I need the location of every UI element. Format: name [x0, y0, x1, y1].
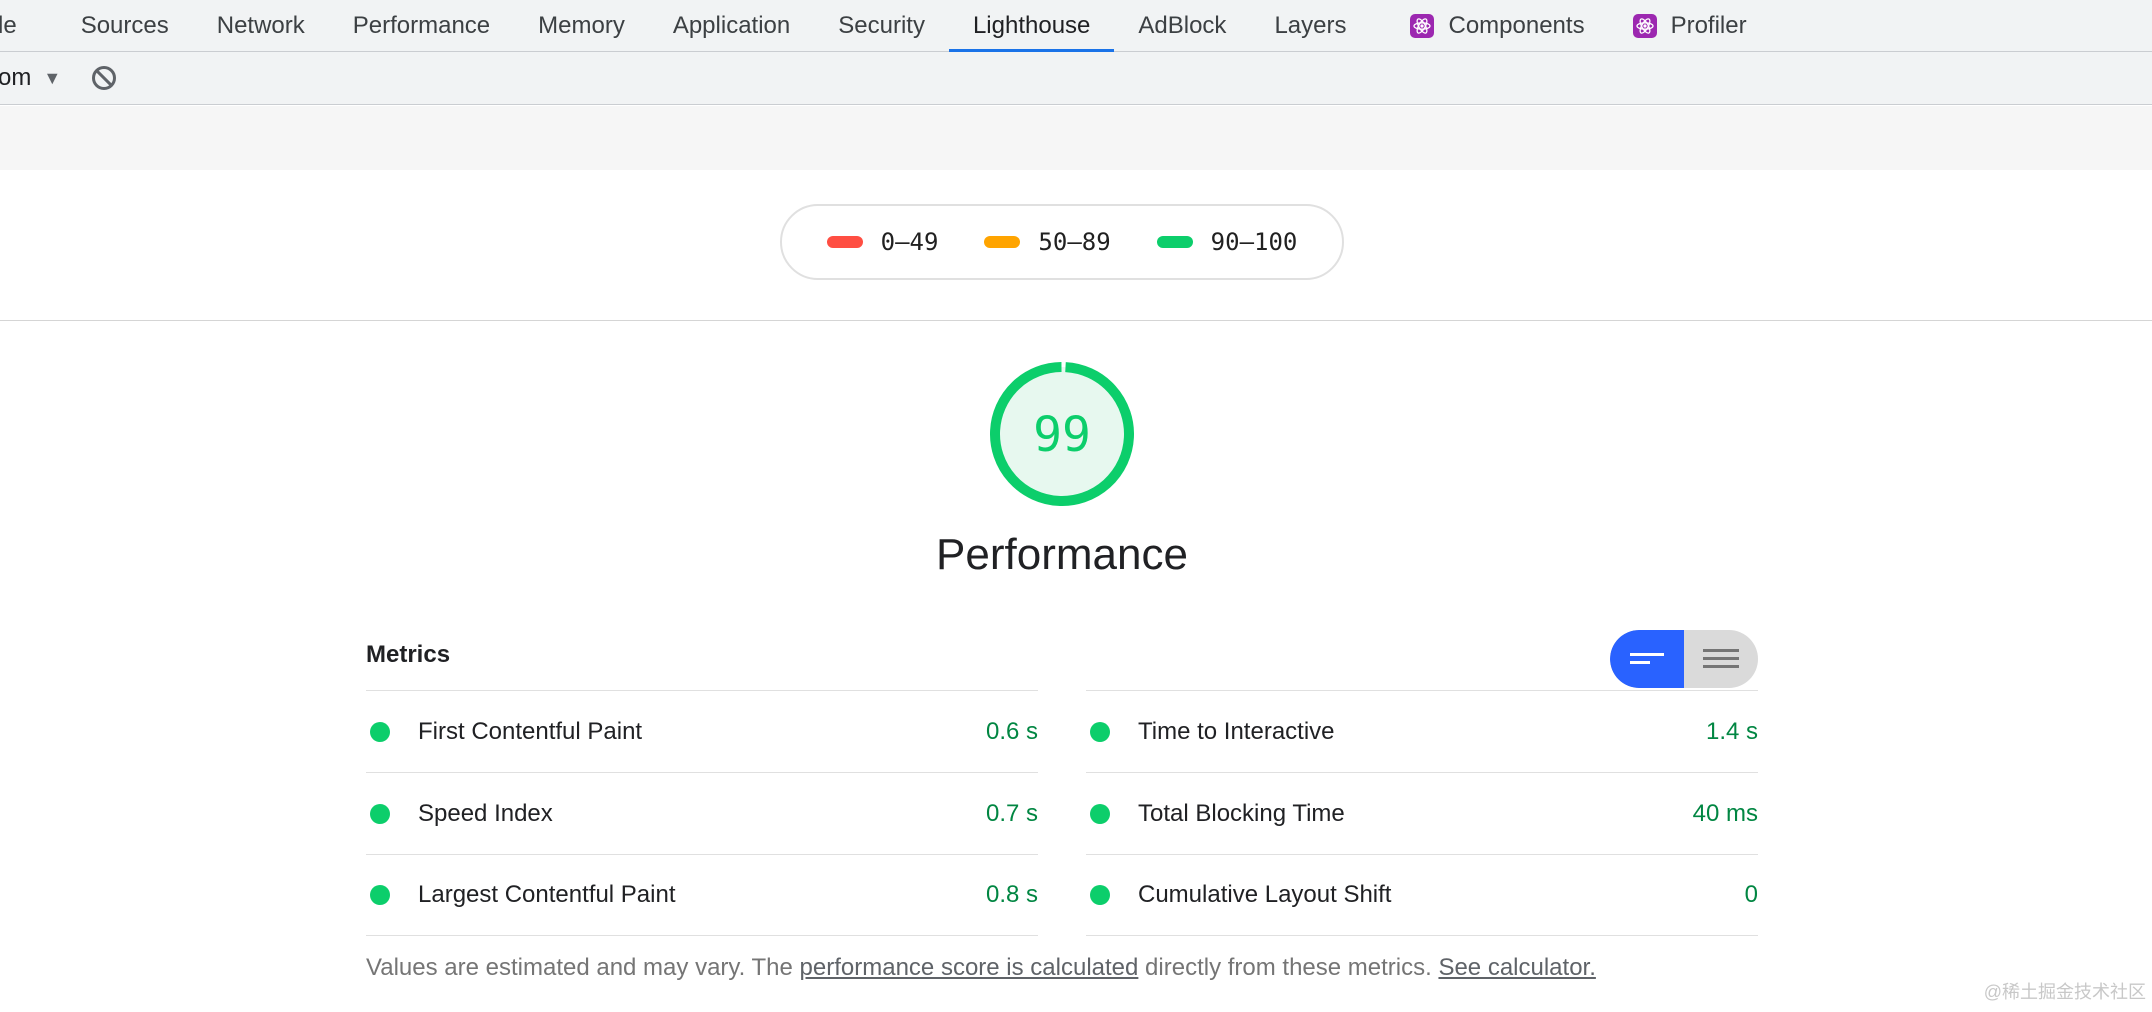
metric-cumulative-layout-shift: Cumulative Layout Shift 0 [1086, 854, 1758, 936]
devtools-tab-bar: le Sources Network Performance Memory Ap… [0, 0, 2152, 52]
pass-status-icon [1090, 721, 1110, 742]
react-icon [1632, 13, 1657, 38]
metrics-header: Metrics [366, 620, 1758, 690]
legend-item-fail: 0–49 [826, 228, 939, 256]
tab-label: Lighthouse [972, 11, 1091, 39]
performance-score-gauge[interactable]: 99 [990, 362, 1134, 506]
text-lines-icon [1703, 649, 1739, 668]
legend-item-average: 50–89 [984, 228, 1111, 256]
tab-layers[interactable]: Layers [1250, 0, 1386, 51]
watermark: @稀土掘金技术社区 [1983, 982, 2146, 1002]
tab-sources[interactable]: Sources [57, 0, 193, 51]
tab-memory[interactable]: Memory [514, 0, 649, 51]
metric-value: 0.7 s [985, 799, 1038, 827]
tab-label: Security [838, 11, 925, 39]
tab-label: Performance [352, 11, 491, 39]
tab-adblock[interactable]: AdBlock [1114, 0, 1250, 51]
tab-label: Application [672, 11, 791, 39]
legend-range: 90–100 [1210, 228, 1298, 256]
metric-speed-index: Speed Index 0.7 s [366, 772, 1038, 854]
category-title: Performance [936, 530, 1188, 579]
tab-label: Layers [1274, 11, 1347, 39]
metric-name: Speed Index [418, 799, 553, 827]
metrics-column-left: First Contentful Paint 0.6 s Speed Index… [366, 690, 1038, 936]
tab-label: Profiler [1670, 11, 1747, 39]
footnote-text: Values are estimated and may vary. The [366, 954, 800, 981]
short-lines-icon [1630, 653, 1664, 664]
react-icon [1410, 13, 1435, 38]
tab-console-partial[interactable]: le [0, 0, 57, 51]
caret-down-icon: ▼ [43, 67, 62, 88]
metrics-grid: First Contentful Paint 0.6 s Speed Index… [366, 690, 1758, 936]
tab-label: Memory [538, 11, 625, 39]
metric-first-contentful-paint: First Contentful Paint 0.6 s [366, 690, 1038, 772]
metric-value: 0 [1744, 881, 1758, 908]
pass-status-icon [370, 803, 390, 824]
score-calculation-link[interactable]: performance score is calculated [800, 954, 1139, 981]
report-select-label: om [0, 64, 32, 91]
metric-value: 0.8 s [985, 881, 1038, 908]
block-icon[interactable] [89, 63, 119, 93]
metric-name: Time to Interactive [1138, 717, 1335, 745]
tab-label: le [0, 11, 17, 39]
metrics-column-right: Time to Interactive 1.4 s Total Blocking… [1086, 690, 1758, 936]
pass-status-icon [370, 721, 390, 742]
collapsed-view-button[interactable] [1610, 630, 1684, 688]
metric-largest-contentful-paint: Largest Contentful Paint 0.8 s [366, 854, 1038, 936]
lighthouse-toolbar: om ▼ [0, 52, 2152, 105]
metric-name: Total Blocking Time [1138, 799, 1345, 827]
metric-name: Largest Contentful Paint [418, 881, 676, 908]
metric-time-to-interactive: Time to Interactive 1.4 s [1086, 690, 1758, 772]
tab-performance[interactable]: Performance [329, 0, 514, 51]
report-select[interactable]: om ▼ [0, 64, 61, 92]
tab-components[interactable]: Components [1386, 0, 1608, 51]
metrics-footnote: Values are estimated and may vary. The p… [366, 954, 1758, 982]
report-top-strip [0, 106, 2152, 170]
tab-profiler[interactable]: Profiler [1609, 0, 1771, 51]
metric-name: First Contentful Paint [418, 717, 643, 745]
pass-status-icon [1090, 885, 1110, 905]
metric-value: 1.4 s [1705, 717, 1758, 745]
tab-network[interactable]: Network [193, 0, 329, 51]
legend-range: 50–89 [1038, 228, 1111, 256]
metric-value: 40 ms [1692, 799, 1758, 827]
legend-swatch [826, 236, 863, 248]
tab-lighthouse[interactable]: Lighthouse [948, 0, 1115, 52]
legend-item-pass: 90–100 [1156, 228, 1298, 256]
see-calculator-link[interactable]: See calculator. [1438, 954, 1595, 981]
score-legend-area: 0–49 50–89 90–100 [0, 170, 2152, 321]
pass-status-icon [1090, 803, 1110, 824]
expanded-view-button[interactable] [1684, 630, 1758, 688]
score-scale-legend: 0–49 50–89 90–100 [780, 204, 1344, 280]
tab-security[interactable]: Security [814, 0, 949, 51]
legend-range: 0–49 [880, 228, 939, 256]
metrics-view-toggle [1610, 630, 1758, 688]
tab-label: Components [1448, 11, 1585, 39]
footnote-text: directly from these metrics. [1138, 954, 1439, 981]
metric-total-blocking-time: Total Blocking Time 40 ms [1086, 772, 1758, 854]
metrics-section: Metrics First Contentful Paint 0.6 s Spe… [366, 620, 1758, 982]
legend-swatch [1156, 236, 1193, 248]
metrics-title: Metrics [366, 641, 451, 668]
tab-application[interactable]: Application [649, 0, 814, 51]
tab-label: Network [216, 11, 305, 39]
gauge-score: 99 [1033, 407, 1091, 463]
tab-label: AdBlock [1138, 11, 1227, 39]
tab-label: Sources [80, 11, 169, 39]
pass-status-icon [370, 885, 390, 905]
metric-value: 0.6 s [985, 717, 1038, 745]
metric-name: Cumulative Layout Shift [1138, 881, 1392, 908]
legend-swatch [984, 236, 1021, 248]
